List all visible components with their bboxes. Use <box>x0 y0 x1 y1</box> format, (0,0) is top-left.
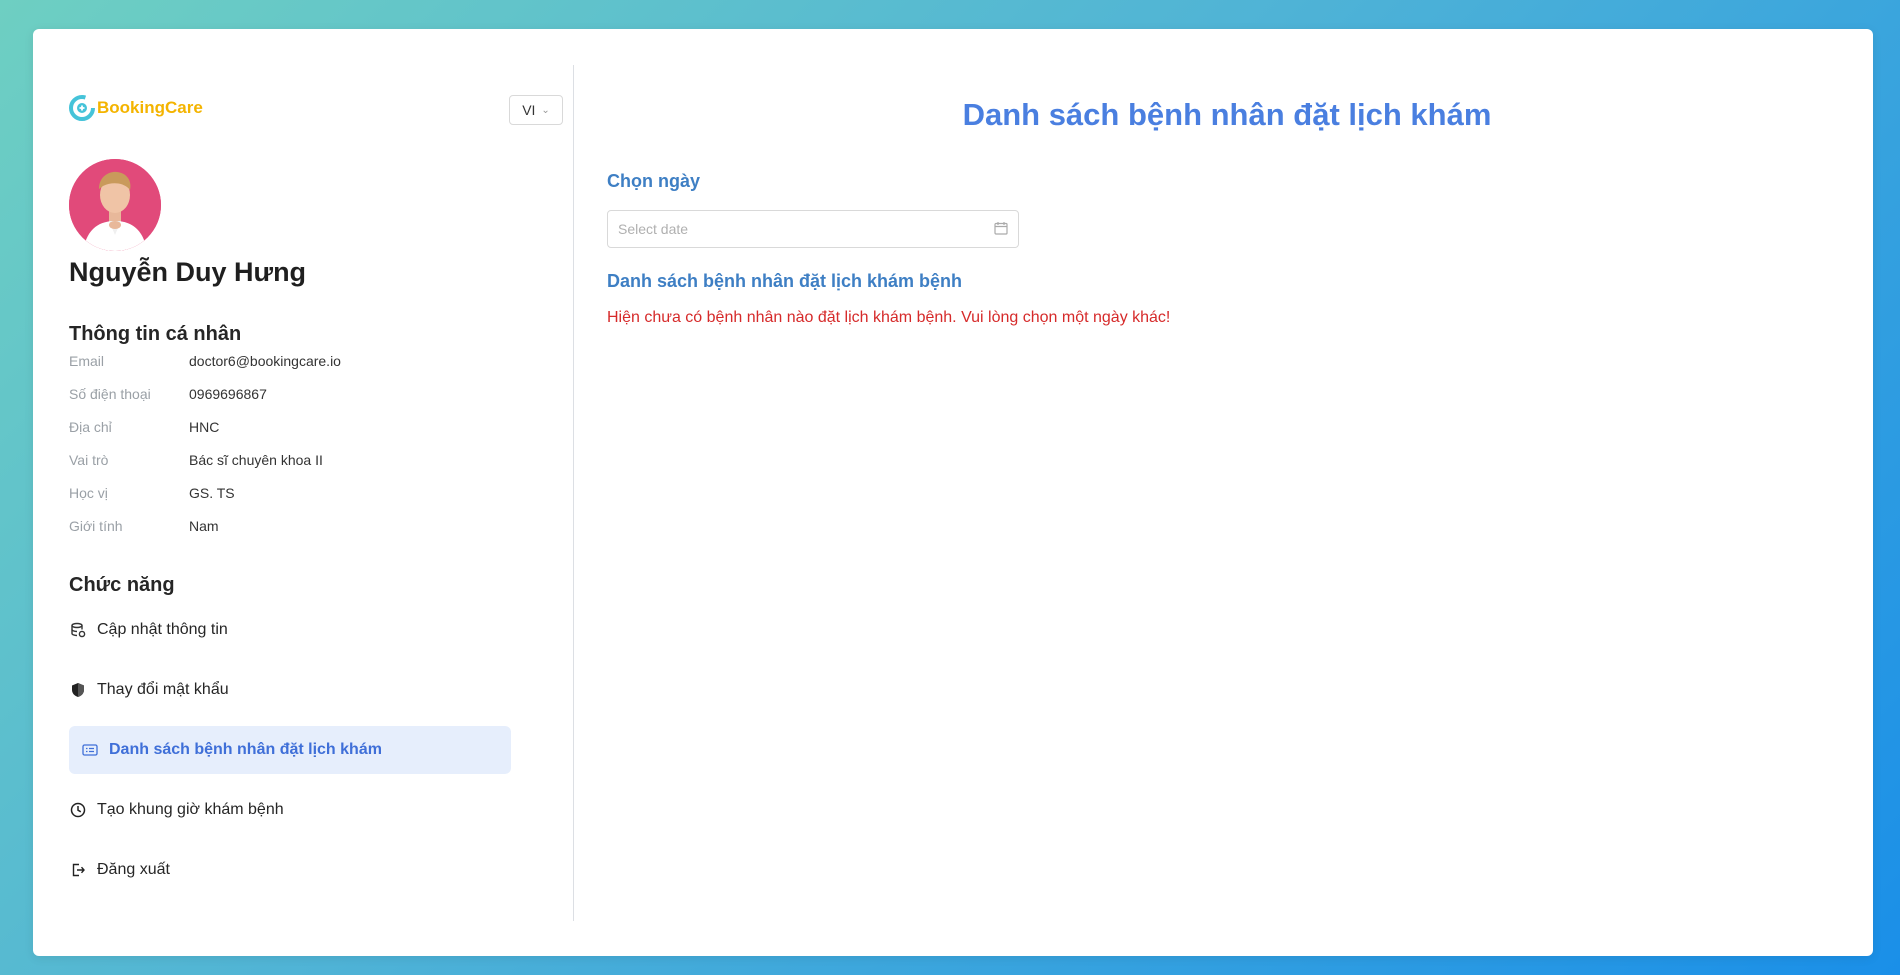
info-value: Nam <box>189 518 219 534</box>
avatar-image <box>69 159 161 251</box>
date-label: Chọn ngày <box>607 171 700 191</box>
brand-name: BookingCare <box>97 98 203 117</box>
info-label: Giới tính <box>69 518 123 534</box>
functions-section-title: Chức năng <box>69 574 175 596</box>
info-label: Vai trò <box>69 452 109 468</box>
menu-item-create-schedule[interactable]: Tạo khung giờ khám bệnh <box>69 786 511 834</box>
language-value: VI <box>522 102 536 118</box>
bookingcare-logo-icon <box>69 95 95 121</box>
info-row-role: Vai trò Bác sĩ chuyên khoa II <box>69 452 469 472</box>
sidebar: BookingCare VI ⌄ Nguyễn Duy Hưng Thông t… <box>69 65 563 915</box>
info-value: doctor6@bookingcare.io <box>189 353 341 369</box>
menu-item-label: Đăng xuất <box>97 861 170 878</box>
info-section-title: Thông tin cá nhân <box>69 323 242 345</box>
info-row-gender: Giới tính Nam <box>69 518 469 538</box>
doctor-name: Nguyễn Duy Hưng <box>69 257 307 287</box>
info-row-degree: Học vị GS. TS <box>69 485 469 505</box>
page-title: Danh sách bệnh nhân đặt lịch khám <box>962 97 1492 132</box>
info-label: Số điện thoại <box>69 386 151 402</box>
brand-logo[interactable]: BookingCare <box>69 95 203 121</box>
info-value: 0969696867 <box>189 386 267 402</box>
menu-item-logout[interactable]: Đăng xuất <box>69 846 511 894</box>
info-value: GS. TS <box>189 485 235 501</box>
dashboard-card: BookingCare VI ⌄ Nguyễn Duy Hưng Thông t… <box>33 29 1873 956</box>
sidebar-divider <box>573 65 574 921</box>
menu-item-update-info[interactable]: Cập nhật thông tin <box>69 606 511 654</box>
menu-item-label: Tạo khung giờ khám bệnh <box>97 801 284 818</box>
language-select[interactable]: VI ⌄ <box>509 95 563 125</box>
info-label: Học vị <box>69 485 108 501</box>
database-gear-icon <box>69 621 87 639</box>
info-row-email: Email doctor6@bookingcare.io <box>69 353 469 373</box>
clock-icon <box>69 801 87 819</box>
menu-item-change-password[interactable]: Thay đổi mật khẩu <box>69 666 511 714</box>
menu-item-patient-list[interactable]: Danh sách bệnh nhân đặt lịch khám <box>69 726 511 774</box>
info-value: HNC <box>189 419 220 435</box>
info-value: Bác sĩ chuyên khoa II <box>189 452 323 468</box>
date-picker-input[interactable]: Select date <box>607 210 1019 248</box>
menu-item-label: Danh sách bệnh nhân đặt lịch khám <box>109 741 382 758</box>
info-row-address: Địa chỉ HNC <box>69 419 469 439</box>
menu-item-label: Thay đổi mật khẩu <box>97 681 229 698</box>
date-placeholder: Select date <box>618 221 689 237</box>
calendar-icon <box>994 221 1008 238</box>
avatar <box>69 159 161 251</box>
empty-list-message: Hiện chưa có bệnh nhân nào đặt lịch khám… <box>607 309 1171 326</box>
patient-list-title: Danh sách bệnh nhân đặt lịch khám bệnh <box>607 271 963 291</box>
shield-icon <box>69 681 87 699</box>
list-card-icon <box>81 741 99 759</box>
chevron-down-icon: ⌄ <box>541 104 550 116</box>
logout-icon <box>69 861 87 879</box>
menu-item-label: Cập nhật thông tin <box>97 621 228 638</box>
info-label: Địa chỉ <box>69 419 112 435</box>
info-label: Email <box>69 353 105 369</box>
info-row-phone: Số điện thoại 0969696867 <box>69 386 469 406</box>
